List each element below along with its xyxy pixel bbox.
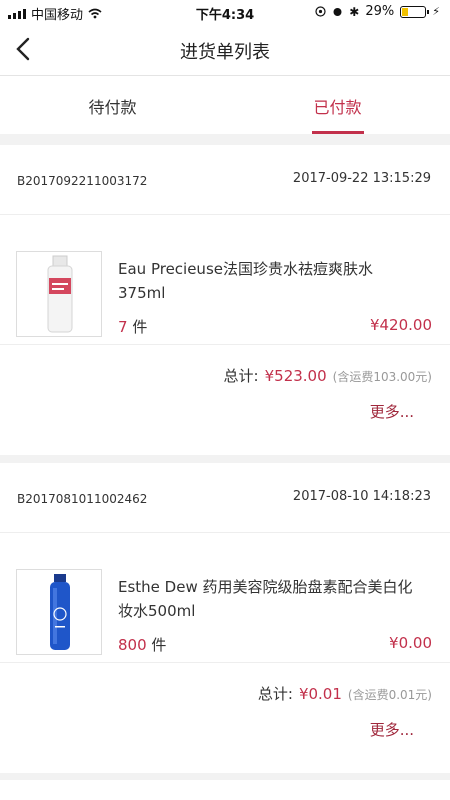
quantity-unit: 件 xyxy=(151,636,167,654)
quantity-number: 7 xyxy=(118,318,128,336)
total-label: 总计: xyxy=(257,685,293,703)
quantity: 800 件 xyxy=(118,634,166,655)
quantity-unit: 件 xyxy=(132,318,148,336)
tab-paid-label: 已付款 xyxy=(313,98,362,117)
product-image[interactable] xyxy=(16,251,102,337)
shipping-fee: (含运费0.01元) xyxy=(347,688,432,702)
battery-label: 29% xyxy=(365,4,395,19)
charging-icon: ⚡ xyxy=(432,5,440,18)
product-name[interactable]: Esthe Dew 药用美容院级胎盘素配合美白化妆水500ml xyxy=(118,575,418,623)
status-right: ✱ 29% ⚡ xyxy=(315,4,440,19)
total-amount: ¥523.00 xyxy=(264,367,327,385)
total-label: 总计: xyxy=(223,367,259,385)
item-price: ¥420.00 xyxy=(369,316,432,334)
toner-bottle-icon xyxy=(47,255,73,333)
lotion-bottle-icon xyxy=(50,574,70,650)
shipping-fee: (含运费103.00元) xyxy=(332,370,432,384)
order-item[interactable]: Eau Precieuse法国珍贵水祛痘爽肤水375ml 7 件 ¥420.00 xyxy=(0,215,450,345)
product-name[interactable]: Eau Precieuse法国珍贵水祛痘爽肤水375ml xyxy=(118,257,418,305)
total-amount: ¥0.01 xyxy=(298,685,342,703)
alarm-icon xyxy=(333,8,342,16)
tab-unpaid[interactable]: 待付款 xyxy=(0,76,225,134)
page-title: 进货单列表 xyxy=(180,42,270,63)
order-summary: 总计: ¥0.01 (含运费0.01元) xyxy=(258,683,432,704)
nav-bar: 进货单列表 xyxy=(0,24,450,76)
item-price: ¥0.00 xyxy=(389,634,432,652)
order-item[interactable]: Esthe Dew 药用美容院级胎盘素配合美白化妆水500ml 800 件 ¥0… xyxy=(0,533,450,663)
more-link[interactable]: 更多... xyxy=(370,401,414,422)
battery-icon xyxy=(400,5,430,18)
order-header: B2017092211003172 2017-09-22 13:15:29 xyxy=(0,145,450,215)
tab-paid[interactable]: 已付款 xyxy=(225,76,450,134)
order-time: 2017-08-10 14:18:23 xyxy=(292,489,431,504)
location-icon xyxy=(315,6,326,17)
order-header: B2017081011002462 2017-08-10 14:18:23 xyxy=(0,463,450,533)
order-card: B2017092211003172 2017-09-22 13:15:29 Ea… xyxy=(0,145,450,455)
more-link[interactable]: 更多... xyxy=(370,719,414,740)
order-time: 2017-09-22 13:15:29 xyxy=(292,171,431,186)
tab-unpaid-label: 待付款 xyxy=(88,98,137,117)
order-footer: 总计: ¥523.00 (含运费103.00元) 更多... xyxy=(0,345,450,455)
order-card-partial xyxy=(0,780,450,800)
quantity: 7 件 xyxy=(118,316,147,337)
status-bar: 中国移动 下午4:34 ✱ 29% ⚡ xyxy=(0,0,450,24)
bluetooth-icon: ✱ xyxy=(349,4,360,19)
order-number: B2017092211003172 xyxy=(17,174,148,188)
order-number: B2017081011002462 xyxy=(17,492,148,506)
order-tabs: 待付款 已付款 xyxy=(0,76,450,134)
product-image[interactable] xyxy=(16,569,102,655)
order-footer: 总计: ¥0.01 (含运费0.01元) 更多... xyxy=(0,663,450,773)
battery-fill xyxy=(402,7,409,16)
quantity-number: 800 xyxy=(118,636,147,654)
order-card: B2017081011002462 2017-08-10 14:18:23 Es… xyxy=(0,463,450,773)
order-summary: 总计: ¥523.00 (含运费103.00元) xyxy=(224,365,432,386)
